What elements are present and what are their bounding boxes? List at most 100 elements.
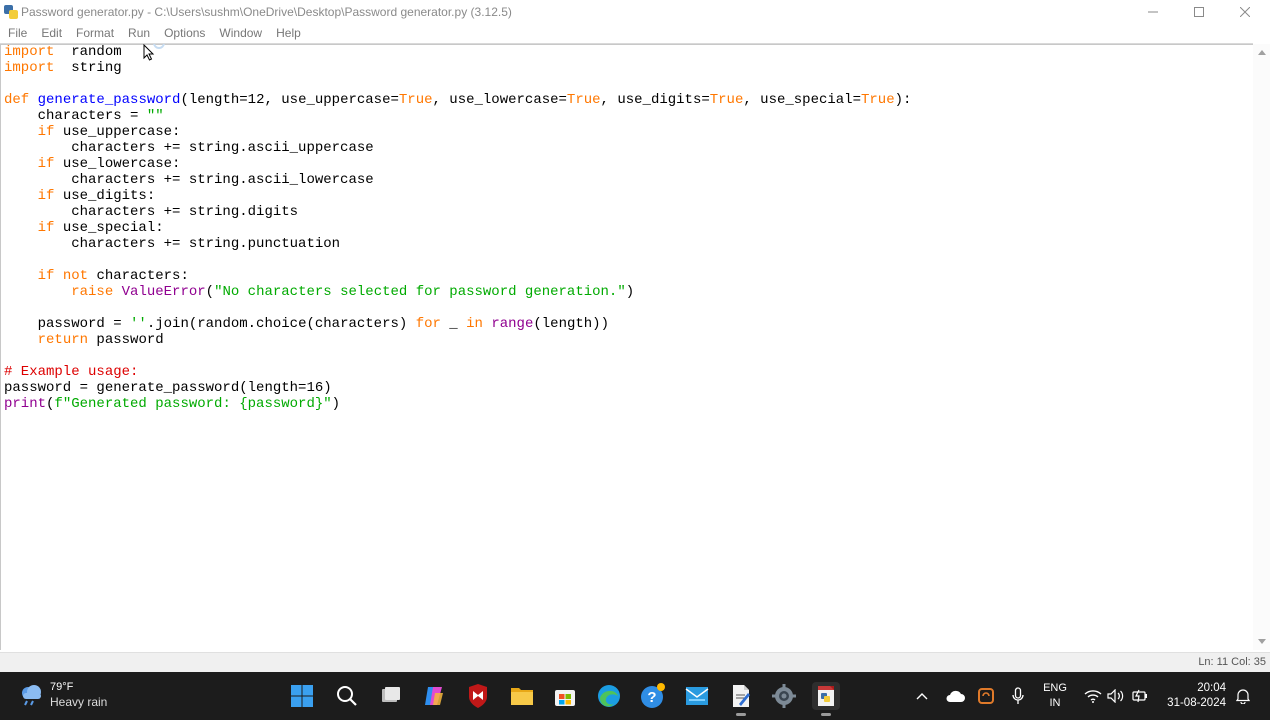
settings-icon <box>772 684 796 708</box>
maximize-icon <box>1194 7 1204 17</box>
code-line[interactable]: import random <box>4 44 911 60</box>
clock[interactable]: 20:04 31-08-2024 <box>1160 672 1226 720</box>
code-line[interactable]: characters = "" <box>4 108 911 124</box>
edge-icon <box>598 685 620 707</box>
code-token: "" <box>146 108 164 124</box>
code-line[interactable] <box>4 348 911 364</box>
wifi-tray-button[interactable] <box>1082 672 1104 720</box>
code-token: ): <box>894 92 912 108</box>
microsoft-store-button[interactable] <box>551 682 579 710</box>
microphone-tray-button[interactable] <box>1006 672 1030 720</box>
code-line[interactable]: import string <box>4 60 911 76</box>
title-bar: Password generator.py - C:\Users\sushm\O… <box>0 0 1270 24</box>
code-token: use_digits: <box>54 188 156 204</box>
code-line[interactable]: characters += string.ascii_uppercase <box>4 140 911 156</box>
help-button[interactable]: ? <box>639 682 667 710</box>
code-line[interactable]: if use_special: <box>4 220 911 236</box>
code-line[interactable]: raise ValueError("No characters selected… <box>4 284 911 300</box>
code-token: characters += string.punctuation <box>4 236 341 252</box>
task-view-button[interactable] <box>377 682 405 710</box>
vertical-scrollbar[interactable] <box>1253 44 1270 650</box>
svg-text:?: ? <box>647 689 656 706</box>
mcafee-icon <box>469 684 487 708</box>
copilot-icon <box>425 687 443 705</box>
code-line[interactable]: if not characters: <box>4 268 911 284</box>
code-line[interactable]: if use_digits: <box>4 188 911 204</box>
code-token: use_uppercase: <box>54 124 181 140</box>
python-idle-button[interactable] <box>812 682 840 716</box>
code-line[interactable] <box>4 76 911 92</box>
menu-options[interactable]: Options <box>157 26 212 40</box>
menu-format[interactable]: Format <box>69 26 121 40</box>
code-token: if <box>37 156 55 172</box>
weather-widget[interactable]: 79°F Heavy rain <box>18 680 107 710</box>
volume-tray-button[interactable] <box>1105 672 1127 720</box>
minimize-button[interactable] <box>1130 0 1176 24</box>
code-line[interactable]: characters += string.punctuation <box>4 236 911 252</box>
minimize-icon <box>1148 11 1158 13</box>
code-token: def <box>4 92 30 108</box>
search-button[interactable] <box>333 682 361 710</box>
file-explorer-icon <box>511 688 533 705</box>
code-token: ) <box>625 284 635 300</box>
show-hidden-icons-button[interactable] <box>912 672 932 720</box>
menu-file[interactable]: File <box>0 26 34 40</box>
code-token: if <box>37 124 55 140</box>
code-token: if <box>37 268 55 284</box>
scroll-up-icon[interactable] <box>1258 50 1266 55</box>
sync-icon <box>978 688 994 704</box>
code-line[interactable]: # Example usage: <box>4 364 911 380</box>
close-button[interactable] <box>1222 0 1268 24</box>
edge-button[interactable] <box>595 682 623 710</box>
battery-tray-button[interactable] <box>1129 672 1151 720</box>
python-idle-icon <box>818 686 834 706</box>
notepad-button[interactable] <box>727 682 755 716</box>
code-editor[interactable]: import random import string def generate_p… <box>0 44 1253 650</box>
code-line[interactable]: def generate_password(length=12, use_upp… <box>4 92 911 108</box>
code-line[interactable]: password = generate_password(length=16) <box>4 380 911 396</box>
language-code: ENG <box>1043 682 1067 694</box>
code-token: True <box>398 92 433 108</box>
language-indicator[interactable]: ENG IN <box>1038 672 1072 720</box>
code-line[interactable]: characters += string.ascii_lowercase <box>4 172 911 188</box>
code-line[interactable]: if use_uppercase: <box>4 124 911 140</box>
bell-icon <box>1236 689 1250 704</box>
scroll-down-icon[interactable] <box>1258 639 1266 644</box>
code-token: .join(random.choice(characters) <box>146 316 416 332</box>
onedrive-cloud-icon <box>946 690 965 702</box>
menu-run[interactable]: Run <box>121 26 157 40</box>
start-button[interactable] <box>288 682 316 710</box>
code-line[interactable]: if use_lowercase: <box>4 156 911 172</box>
microsoft-store-icon <box>555 690 575 706</box>
file-explorer-button[interactable] <box>508 682 536 710</box>
code-line[interactable]: characters += string.digits <box>4 204 911 220</box>
sync-tray-button[interactable] <box>974 672 998 720</box>
code-token: ( <box>205 284 215 300</box>
code-line[interactable]: print(f"Generated password: {password}") <box>4 396 911 412</box>
code-line[interactable] <box>4 252 911 268</box>
mcafee-button[interactable] <box>464 682 492 710</box>
settings-button[interactable] <box>770 682 798 710</box>
menu-window[interactable]: Window <box>212 26 269 40</box>
menu-help[interactable]: Help <box>269 26 308 40</box>
taskbar: 79°F Heavy rain ? ENG IN 20:04 31-08-202… <box>0 672 1270 720</box>
menu-edit[interactable]: Edit <box>34 26 69 40</box>
code-token: (length=12, use_uppercase= <box>180 92 399 108</box>
notifications-button[interactable] <box>1232 672 1254 720</box>
code-token: print <box>4 396 47 412</box>
code-line[interactable] <box>4 300 911 316</box>
onedrive-tray-button[interactable] <box>943 672 967 720</box>
code-token: # Example usage: <box>4 364 139 380</box>
mail-button[interactable] <box>683 682 711 710</box>
maximize-button[interactable] <box>1176 0 1222 24</box>
speaker-icon <box>1107 689 1124 703</box>
copilot-button[interactable] <box>420 682 448 710</box>
code-token: True <box>709 92 744 108</box>
code-line[interactable]: return password <box>4 332 911 348</box>
notepad-icon <box>733 685 750 707</box>
code-line[interactable]: password = ''.join(random.choice(charact… <box>4 316 911 332</box>
code-text[interactable]: import random import string def generate_p… <box>4 44 911 412</box>
